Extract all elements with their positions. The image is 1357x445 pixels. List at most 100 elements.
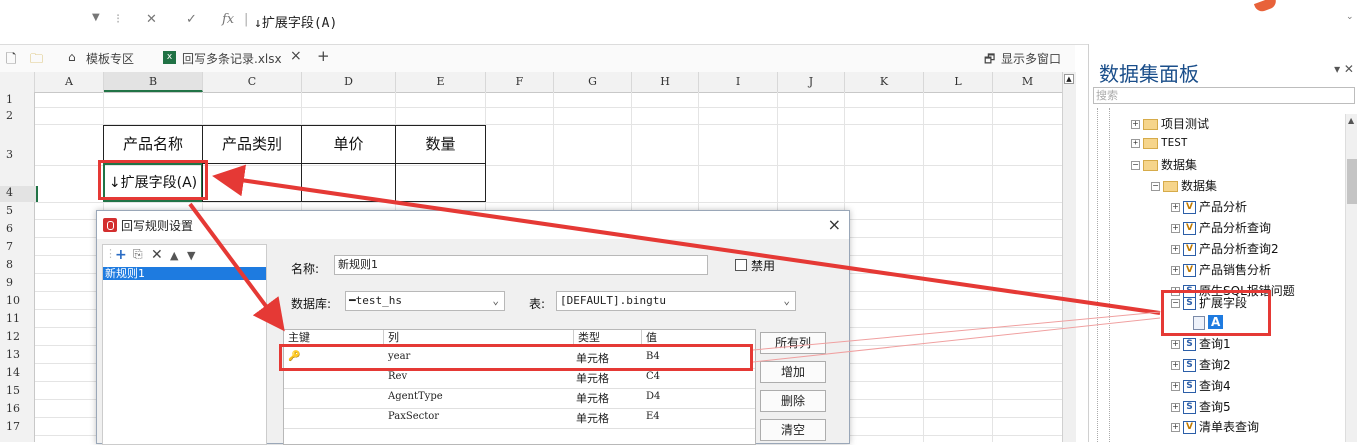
row-header[interactable]: 10 xyxy=(0,294,36,307)
table-cell[interactable] xyxy=(202,163,302,202)
panel-search-input[interactable]: 搜索 xyxy=(1093,87,1355,104)
expand-icon[interactable]: + xyxy=(1131,120,1140,129)
table-row[interactable]: AgentType 单元格 D4 xyxy=(284,388,755,409)
column-header[interactable]: J xyxy=(778,72,845,92)
expand-icon[interactable]: + xyxy=(1131,138,1140,148)
table-cell[interactable] xyxy=(395,163,486,202)
table-header-cell[interactable]: 单价 xyxy=(301,125,396,164)
tree-item[interactable]: + V 产品销售分析 xyxy=(1171,261,1271,278)
tab-template-area[interactable]: 模板专区 xyxy=(86,50,134,67)
scroll-up-icon[interactable]: ▲ xyxy=(1064,74,1074,84)
panel-controls[interactable]: ▾ ✕ xyxy=(1334,62,1354,76)
column-header[interactable]: G xyxy=(554,72,632,92)
row-header[interactable]: 4 xyxy=(0,186,38,202)
select-all-corner[interactable] xyxy=(0,72,35,92)
row-header[interactable]: 8 xyxy=(0,258,36,271)
column-header[interactable]: H xyxy=(632,72,699,92)
column-header[interactable]: E xyxy=(396,72,486,92)
column-header[interactable]: D xyxy=(302,72,396,92)
tree-item[interactable]: + V 产品分析 xyxy=(1171,198,1247,215)
column-header[interactable]: A xyxy=(35,72,104,92)
tree-item[interactable]: + V 产品分析查询2 xyxy=(1171,240,1279,257)
row-header[interactable]: 5 xyxy=(0,204,36,217)
sheet-scrollbar[interactable]: ▲ xyxy=(1062,72,1076,442)
copy-icon[interactable]: ⎘ xyxy=(133,247,143,262)
add-tab-icon[interactable]: + xyxy=(317,47,330,65)
close-icon[interactable]: ✕ xyxy=(146,12,157,27)
column-header[interactable]: C xyxy=(203,72,302,92)
check-icon[interactable]: ✓ xyxy=(186,12,197,27)
row-header[interactable]: 14 xyxy=(0,366,36,379)
column-header[interactable]: K xyxy=(845,72,924,92)
row-header[interactable]: 3 xyxy=(0,148,36,161)
column-header[interactable]: F xyxy=(486,72,554,92)
tree-item[interactable]: + S 查询5 xyxy=(1171,398,1231,415)
row-header[interactable]: 9 xyxy=(0,276,36,289)
close-icon[interactable]: × xyxy=(828,215,841,234)
disable-checkbox[interactable] xyxy=(735,259,747,271)
tree-item[interactable]: − 数据集 xyxy=(1131,156,1197,173)
expand-icon[interactable]: + xyxy=(1171,382,1180,391)
folder-icon[interactable]: 🗀 xyxy=(30,50,43,72)
tree-item[interactable]: + TEST xyxy=(1131,136,1188,149)
collapse-icon[interactable]: − xyxy=(1151,182,1160,191)
expand-icon[interactable]: + xyxy=(1171,403,1180,412)
table-row[interactable]: PaxSector 单元格 E4 xyxy=(284,408,755,429)
scroll-thumb[interactable] xyxy=(1347,159,1357,204)
delete-button[interactable]: 删除 xyxy=(760,390,826,412)
add-icon[interactable]: + xyxy=(115,247,127,263)
tree-item[interactable]: + S 查询2 xyxy=(1171,356,1231,373)
table-select[interactable]: [DEFAULT].bingtu ⌄ xyxy=(556,291,796,311)
expand-icon[interactable]: + xyxy=(1171,203,1180,212)
column-header[interactable]: B xyxy=(104,72,203,92)
expand-icon[interactable]: + xyxy=(1171,361,1180,370)
panel-scrollbar[interactable]: ▲ xyxy=(1345,114,1357,442)
tree-item[interactable]: + V 产品分析查询 xyxy=(1171,219,1271,236)
home-icon[interactable]: ⌂ xyxy=(68,50,76,64)
expand-icon[interactable]: + xyxy=(1171,340,1180,349)
rule-list-item[interactable]: 新规则1 xyxy=(103,267,266,280)
table-cell[interactable] xyxy=(301,163,396,202)
chevron-down-icon[interactable]: ▼ xyxy=(92,12,100,23)
row-header[interactable]: 15 xyxy=(0,384,36,397)
expand-icon[interactable]: + xyxy=(1171,266,1180,275)
formula-input[interactable]: ↓扩展字段(A) xyxy=(254,12,337,31)
row-header[interactable]: 1 xyxy=(0,93,36,106)
tree-item[interactable]: + 项目测试 xyxy=(1131,115,1209,132)
row-header[interactable]: 17 xyxy=(0,420,36,433)
multi-window-button[interactable]: 显示多窗口 xyxy=(1001,50,1061,67)
tab-file[interactable]: 回写多条记录.xlsx xyxy=(182,50,282,67)
row-header[interactable]: 11 xyxy=(0,312,36,325)
row-header[interactable]: 13 xyxy=(0,348,36,361)
tree-item[interactable]: + V 清单表查询 xyxy=(1171,418,1259,435)
column-header[interactable]: I xyxy=(699,72,778,92)
table-header-cell[interactable]: 产品类别 xyxy=(202,125,302,164)
collapse-icon[interactable]: − xyxy=(1131,161,1140,170)
table-header-cell[interactable]: 产品名称 xyxy=(103,125,203,164)
close-tab-icon[interactable]: × xyxy=(290,48,302,64)
expand-icon[interactable]: + xyxy=(1171,224,1180,233)
row-header[interactable]: 6 xyxy=(0,222,36,235)
delete-icon[interactable]: ✕ xyxy=(151,247,163,263)
row-header[interactable]: 7 xyxy=(0,240,36,253)
tree-item[interactable]: + S 查询1 xyxy=(1171,335,1231,352)
tree-item[interactable]: + S 查询4 xyxy=(1171,377,1231,394)
column-header[interactable]: L xyxy=(924,72,993,92)
clear-button[interactable]: 清空 xyxy=(760,419,826,441)
add-button[interactable]: 增加 xyxy=(760,361,826,383)
column-header[interactable]: M xyxy=(993,72,1063,92)
move-up-icon[interactable]: ▲ xyxy=(170,249,178,262)
chevron-down-icon[interactable]: ⌄ xyxy=(1346,12,1354,22)
expand-icon[interactable]: + xyxy=(1171,423,1180,432)
scroll-up-icon[interactable]: ▲ xyxy=(1348,116,1354,125)
table-row[interactable]: Rev 单元格 C4 xyxy=(284,368,755,389)
all-columns-button[interactable]: 所有列 xyxy=(760,332,826,354)
row-header[interactable]: 16 xyxy=(0,402,36,415)
database-select[interactable]: ━test_hs ⌄ xyxy=(345,291,505,311)
expand-icon[interactable]: + xyxy=(1171,245,1180,254)
tree-item[interactable]: − 数据集 xyxy=(1151,177,1217,194)
table-header-cell[interactable]: 数量 xyxy=(395,125,486,164)
row-header[interactable]: 12 xyxy=(0,330,36,343)
rule-name-input[interactable]: 新规则1 xyxy=(334,255,708,275)
row-header[interactable]: 2 xyxy=(0,109,36,122)
